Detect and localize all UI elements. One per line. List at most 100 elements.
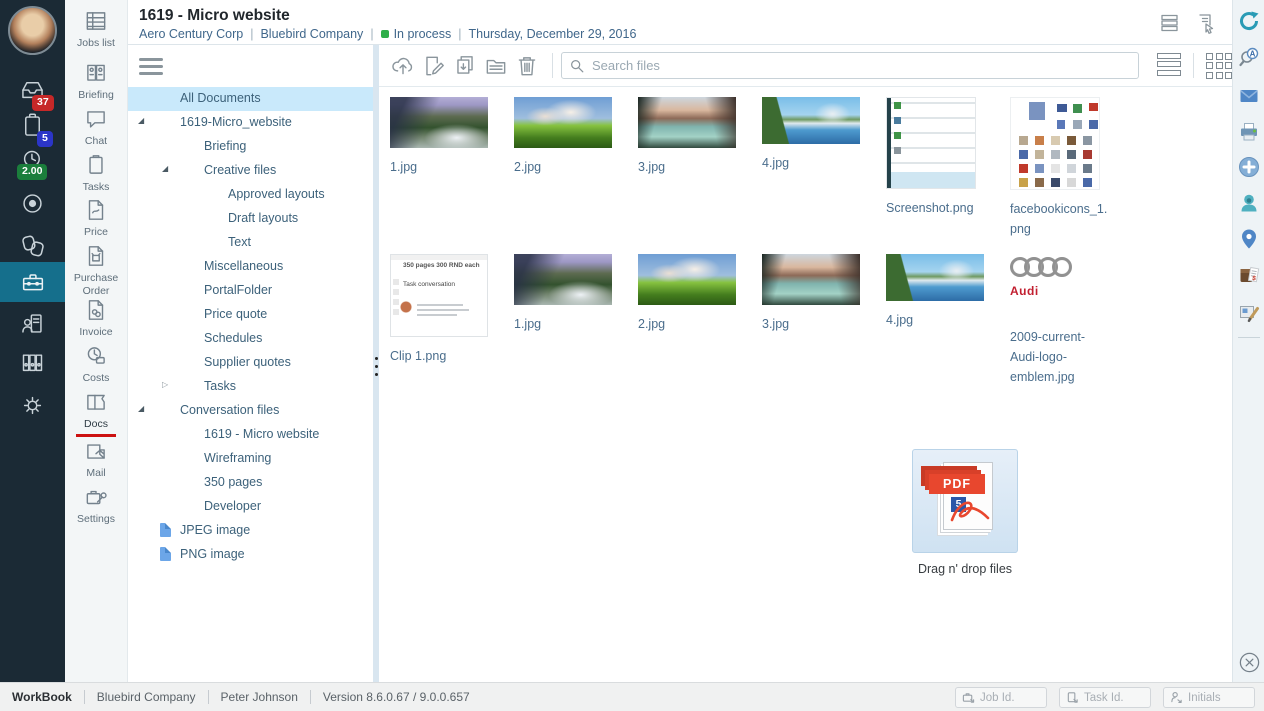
tree-item[interactable]: All Documents (128, 87, 373, 111)
file-tile[interactable]: 4.jpg (762, 97, 886, 239)
nav-item-briefing[interactable]: Briefing (65, 60, 127, 102)
avatar[interactable] (8, 6, 57, 55)
sidebar-item-jobs-active[interactable] (0, 262, 65, 302)
map-button[interactable] (1233, 227, 1264, 251)
initials-input[interactable] (1188, 691, 1246, 704)
theater-masks-icon (21, 235, 44, 257)
task-id-field[interactable] (1059, 687, 1151, 708)
file-tile[interactable]: 350 pages 300 RND each Task conversation C… (390, 254, 514, 387)
tree-item[interactable]: Supplier quotes (128, 351, 373, 375)
thumbnail-land3 (762, 254, 860, 305)
file-tile[interactable]: 2.jpg (638, 254, 762, 387)
copy-file-button[interactable] (451, 52, 479, 80)
search-input[interactable] (561, 52, 1139, 79)
file-tile[interactable]: 3.jpg (638, 97, 762, 239)
messages-button[interactable] (1233, 84, 1264, 108)
header-date: Thursday, December 29, 2016 (468, 27, 637, 41)
tree-item[interactable]: PNG image (128, 543, 373, 567)
delete-file-button[interactable] (513, 52, 541, 80)
tree-item[interactable]: 1619 - Micro website (128, 423, 373, 447)
task-id-input[interactable] (1084, 691, 1142, 704)
nav-item-mail[interactable]: Mail (65, 438, 127, 480)
tree-item[interactable]: Briefing (128, 135, 373, 159)
tree-item[interactable]: Miscellaneous (128, 255, 373, 279)
file-tile[interactable]: facebookicons_1.png (1010, 97, 1134, 239)
file-tile[interactable]: Screenshot.png (886, 97, 1010, 239)
expander-expanded-icon[interactable]: ◢ (138, 116, 144, 125)
tree-item[interactable]: Approved layouts (128, 183, 373, 207)
tree-item[interactable]: ◢ 1619-Micro_website (128, 111, 373, 135)
nav-item-invoice[interactable]: Invoice (65, 297, 127, 339)
document-tree: All Documents ◢ 1619-Micro_website Briefing… (128, 87, 373, 567)
nav-item-price[interactable]: Price (65, 197, 127, 239)
tree-item-label: PortalFolder (204, 283, 273, 297)
print-button[interactable] (1233, 120, 1264, 144)
company-name: Bluebird Company (260, 27, 364, 41)
sidebar-item-approvals[interactable] (0, 112, 65, 146)
folder-icon (486, 59, 506, 74)
tree-item[interactable]: Developer (128, 495, 373, 519)
tree-item[interactable]: 350 pages (128, 471, 373, 495)
thumbnail-land4 (762, 97, 860, 144)
job-id-field[interactable] (955, 687, 1047, 708)
nav-item-tasks[interactable]: Tasks (65, 152, 127, 194)
expander-expanded-icon[interactable]: ◢ (138, 404, 144, 413)
sidebar-item-settings[interactable] (0, 392, 65, 426)
sidebar-item-archive[interactable] (0, 349, 65, 383)
tree-item[interactable]: ◢ Conversation files (128, 399, 373, 423)
file-icon (160, 523, 171, 537)
nav-item-settings[interactable]: Settings (65, 484, 127, 526)
folder-button[interactable] (482, 52, 510, 80)
edit-document-icon (426, 56, 444, 75)
tree-item[interactable]: ▷ Tasks (128, 375, 373, 399)
tree-item[interactable]: Draft layouts (128, 207, 373, 231)
search-a-icon: A (1239, 47, 1259, 67)
expander-expanded-icon[interactable]: ◢ (162, 164, 168, 173)
file-name: 2.jpg (514, 160, 542, 174)
initials-field[interactable] (1163, 687, 1255, 708)
tree-item[interactable]: Wireframing (128, 447, 373, 471)
sidebar-item-resources[interactable] (0, 310, 65, 344)
refresh-button[interactable] (1233, 9, 1264, 33)
file-tile[interactable]: 3.jpg (762, 254, 886, 387)
toolbar-divider (552, 53, 553, 78)
file-tile[interactable]: 4.jpg (886, 254, 1010, 387)
add-button[interactable] (1233, 155, 1264, 179)
file-tile[interactable]: 2.jpg (514, 97, 638, 239)
search-everywhere-button[interactable]: A (1233, 46, 1264, 70)
contacts-button[interactable] (1233, 191, 1264, 215)
tree-item[interactable]: PortalFolder (128, 279, 373, 303)
sidebar-item-creative[interactable] (0, 232, 65, 266)
tree-item[interactable]: JPEG image (128, 519, 373, 543)
grid-view-button[interactable] (1206, 52, 1232, 79)
nav-item-purchase-order[interactable]: Purchase Order (65, 243, 127, 298)
sidebar-item-crm[interactable] (0, 190, 65, 224)
job-id-input[interactable] (980, 691, 1038, 704)
upload-button[interactable] (389, 52, 417, 80)
file-tile[interactable]: 1.jpg (514, 254, 638, 387)
nav-item-chat[interactable]: Chat (65, 106, 127, 148)
jobs-list-icon (86, 12, 106, 30)
tree-item[interactable]: Price quote (128, 303, 373, 327)
nav-item-costs[interactable]: Costs (65, 343, 127, 385)
file-tile[interactable]: 1.jpg (390, 97, 514, 239)
tree-menu-icon[interactable] (139, 58, 163, 79)
tree-item[interactable]: ◢ Creative files (128, 159, 373, 183)
tree-item[interactable]: Schedules (128, 327, 373, 351)
purchase-order-icon (88, 246, 104, 266)
nav-item-docs[interactable]: Docs (65, 389, 127, 438)
pdf-dropzone[interactable]: PDF 5 (912, 449, 1018, 553)
media-edit-button[interactable] (1233, 300, 1264, 324)
list-view-button[interactable] (1157, 52, 1181, 79)
job-list-view-icon[interactable] (1158, 11, 1182, 35)
job-report-icon[interactable] (1194, 11, 1218, 35)
expenses-button[interactable]: $ (1233, 263, 1264, 287)
file-tile[interactable]: Audi 2009-current-Audi-logo-emblem.jpg (1010, 254, 1134, 387)
expander-collapsed-icon[interactable]: ▷ (162, 380, 168, 389)
nav-item-jobs-list[interactable]: Jobs list (65, 8, 127, 50)
photo-edit-icon (1240, 306, 1259, 323)
close-panel-button[interactable] (1233, 651, 1264, 674)
statusbar-company: Bluebird Company (96, 690, 196, 704)
edit-file-button[interactable] (420, 52, 448, 80)
tree-item[interactable]: Text (128, 231, 373, 255)
